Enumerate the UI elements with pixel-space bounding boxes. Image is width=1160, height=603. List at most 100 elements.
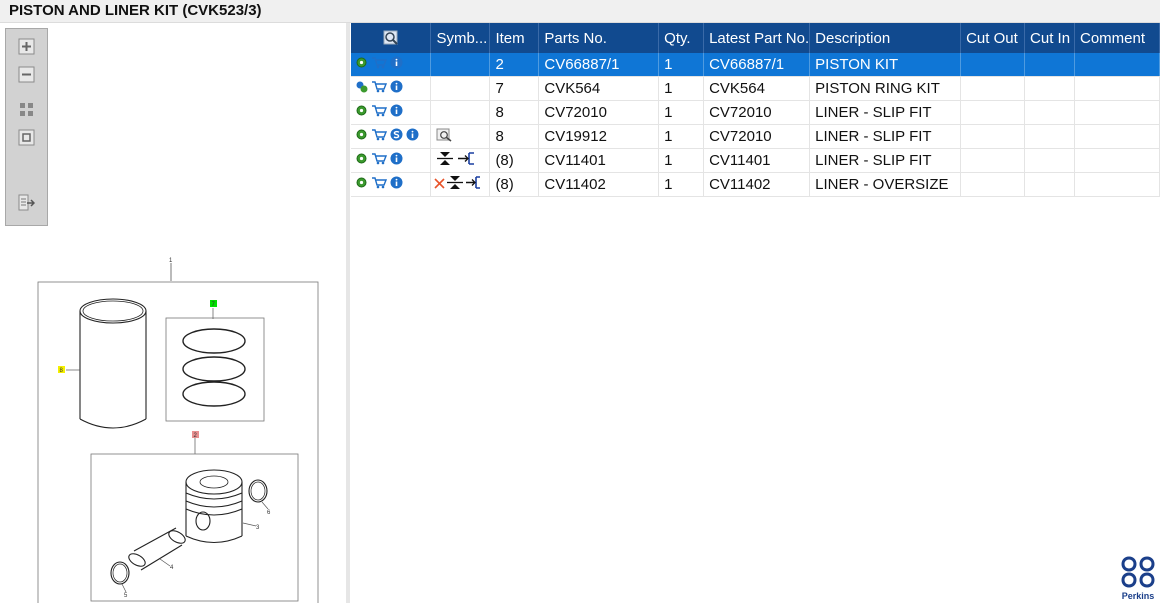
cart-icon[interactable] xyxy=(371,80,388,97)
column-header-comment[interactable]: Comment xyxy=(1074,23,1160,53)
column-header-description[interactable]: Description xyxy=(809,23,962,53)
cut-out-cell xyxy=(960,124,1026,149)
view-illustration-icon[interactable] xyxy=(436,128,453,146)
qty-cell: 1 xyxy=(658,124,705,149)
table-row[interactable]: 8 CV72010 1 CV72010 LINER - SLIP FIT xyxy=(351,100,1160,125)
info-icon[interactable] xyxy=(390,56,403,73)
piston-drawing xyxy=(185,469,243,544)
latest-part-no-cell[interactable]: CV72010 xyxy=(703,124,811,149)
parts-no-cell[interactable]: CV11402 xyxy=(538,172,660,197)
exploded-parts-diagram[interactable]: 1 8 7 2 3 4 5 6 xyxy=(0,229,346,603)
qty-cell: 1 xyxy=(658,53,705,77)
export-button[interactable] xyxy=(18,194,35,211)
symbol-cell xyxy=(430,124,491,149)
table-row[interactable]: (8) CV11401 1 CV11401 LINER - SLIP FIT xyxy=(351,148,1160,173)
column-header-icons[interactable] xyxy=(351,23,432,53)
parts-no-cell[interactable]: CV72010 xyxy=(538,100,660,125)
pane-splitter[interactable] xyxy=(346,23,350,603)
row-actions-cell xyxy=(351,100,432,125)
info-icon[interactable] xyxy=(390,176,403,193)
column-header-qty[interactable]: Qty. xyxy=(658,23,705,53)
comment-cell xyxy=(1074,172,1160,197)
info-icon[interactable] xyxy=(390,80,403,97)
interchange-symbol-icon xyxy=(465,175,481,194)
kit-callout: 1 xyxy=(169,258,173,281)
search-parts-icon xyxy=(383,30,398,45)
cut-in-cell xyxy=(1024,148,1075,173)
description-cell: LINER - SLIP FIT xyxy=(809,148,962,173)
viewer-toolbar xyxy=(5,28,48,226)
cart-icon[interactable] xyxy=(371,152,388,169)
table-header-row: Symb... Item Parts No. Qty. Latest Part … xyxy=(351,23,1160,53)
symbol-cell xyxy=(430,53,491,77)
description-cell: LINER - SLIP FIT xyxy=(809,100,962,125)
fit-symbol-icon xyxy=(436,151,454,170)
callout-label-pin: 4 xyxy=(170,565,174,571)
interchange-symbol-icon xyxy=(457,151,475,170)
row-actions-cell xyxy=(351,53,432,77)
table-row[interactable]: (8) CV11402 1 CV11402 LINER - OVERSIZE xyxy=(351,172,1160,197)
column-header-parts-no[interactable]: Parts No. xyxy=(538,23,660,53)
item-cell: 8 xyxy=(489,124,540,149)
latest-part-no-cell[interactable]: CV11401 xyxy=(703,148,811,173)
latest-part-no-cell[interactable]: CV66887/1 xyxy=(703,53,811,77)
fit-all-button[interactable] xyxy=(18,101,35,118)
perkins-wordmark: Perkins xyxy=(1121,591,1155,601)
cut-out-cell xyxy=(960,148,1026,173)
cut-in-cell xyxy=(1024,53,1075,77)
info-icon[interactable] xyxy=(390,104,403,121)
parts-no-cell[interactable]: CV19912 xyxy=(538,124,660,149)
table-row[interactable]: 2 CV66887/1 1 CV66887/1 PISTON KIT xyxy=(351,53,1160,77)
comment-cell xyxy=(1074,53,1160,77)
supersession-icon[interactable] xyxy=(390,128,403,145)
description-cell: LINER - SLIP FIT xyxy=(809,124,962,149)
column-header-latest-part-no[interactable]: Latest Part No. xyxy=(703,23,811,53)
row-actions-cell xyxy=(351,76,432,101)
parts-no-cell[interactable]: CV66887/1 xyxy=(538,53,660,77)
cut-in-cell xyxy=(1024,124,1075,149)
column-header-cut-out[interactable]: Cut Out xyxy=(960,23,1026,53)
zoom-out-icon xyxy=(18,66,35,83)
cart-icon[interactable] xyxy=(371,128,388,145)
cut-in-cell xyxy=(1024,76,1075,101)
row-actions-cell xyxy=(351,148,432,173)
cart-icon[interactable] xyxy=(371,104,388,121)
qty-cell: 1 xyxy=(658,172,705,197)
callout-label-circlip-a: 5 xyxy=(124,593,128,599)
zoom-in-icon xyxy=(18,38,35,55)
info-icon[interactable] xyxy=(406,128,419,145)
parts-no-cell[interactable]: CVK564 xyxy=(538,76,660,101)
qty-cell: 1 xyxy=(658,148,705,173)
item-cell: 2 xyxy=(489,53,540,77)
cart-icon[interactable] xyxy=(371,56,388,73)
latest-part-no-cell[interactable]: CV11402 xyxy=(703,172,811,197)
latest-part-no-cell[interactable]: CVK564 xyxy=(703,76,811,101)
qty-cell: 1 xyxy=(658,76,705,101)
gear-icon[interactable] xyxy=(355,176,368,193)
illustration-pane: 1 8 7 2 3 4 5 6 xyxy=(0,23,346,603)
zoom-in-button[interactable] xyxy=(18,38,35,55)
table-row[interactable]: 8 CV19912 1 CV72010 LINER - SLIP FIT xyxy=(351,124,1160,149)
latest-part-no-cell[interactable]: CV72010 xyxy=(703,100,811,125)
column-header-symbol[interactable]: Symb... xyxy=(430,23,491,53)
gear-icon[interactable] xyxy=(355,80,368,97)
gear-icon[interactable] xyxy=(355,152,368,169)
gear-icon[interactable] xyxy=(355,128,368,145)
piston-frame xyxy=(90,453,299,602)
gear-icon[interactable] xyxy=(355,104,368,121)
gear-icon[interactable] xyxy=(355,56,368,73)
fit-all-icon xyxy=(20,103,33,116)
info-icon[interactable] xyxy=(390,152,403,169)
qty-cell: 1 xyxy=(658,100,705,125)
table-row[interactable]: 7 CVK564 1 CVK564 PISTON RING KIT xyxy=(351,76,1160,101)
column-header-cut-in[interactable]: Cut In xyxy=(1024,23,1075,53)
fit-page-button[interactable] xyxy=(18,129,35,146)
symbol-cell xyxy=(430,100,491,125)
comment-cell xyxy=(1074,100,1160,125)
column-header-item[interactable]: Item xyxy=(489,23,540,53)
liner-drawing xyxy=(66,298,147,429)
zoom-out-button[interactable] xyxy=(18,66,35,83)
cart-icon[interactable] xyxy=(371,176,388,193)
parts-no-cell[interactable]: CV11401 xyxy=(538,148,660,173)
description-cell: PISTON RING KIT xyxy=(809,76,962,101)
